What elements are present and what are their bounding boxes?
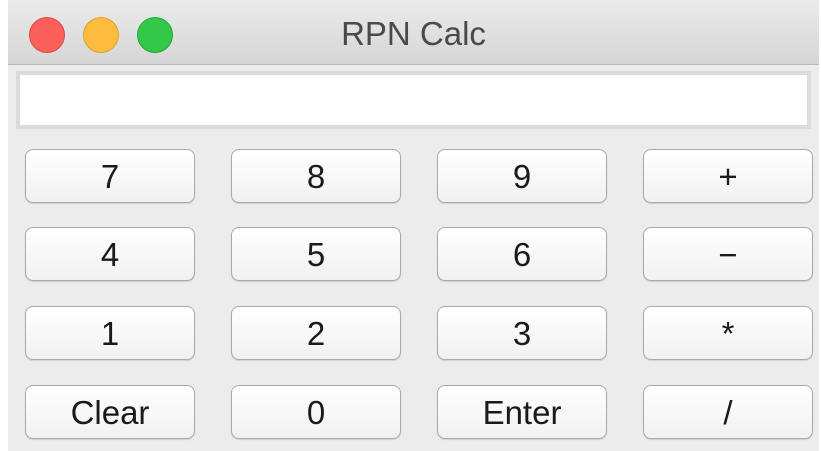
key-clear[interactable]: Clear	[25, 385, 195, 439]
key-enter[interactable]: Enter	[437, 385, 607, 439]
key-3[interactable]: 3	[437, 306, 607, 360]
key-8[interactable]: 8	[231, 149, 401, 203]
title-bar[interactable]: RPN Calc	[8, 0, 819, 65]
calculator-window: RPN Calc 7 8 9 + 4 5 6 − 1 2 3 * Clear 0…	[8, 0, 819, 451]
key-9[interactable]: 9	[437, 149, 607, 203]
key-2[interactable]: 2	[231, 306, 401, 360]
display-field[interactable]	[16, 71, 811, 129]
key-divide[interactable]: /	[643, 385, 813, 439]
key-minus[interactable]: −	[643, 227, 813, 281]
key-4[interactable]: 4	[25, 227, 195, 281]
window-title: RPN Calc	[341, 15, 486, 52]
key-0[interactable]: 0	[231, 385, 401, 439]
key-5[interactable]: 5	[231, 227, 401, 281]
key-1[interactable]: 1	[25, 306, 195, 360]
key-plus[interactable]: +	[643, 149, 813, 203]
key-multiply[interactable]: *	[643, 306, 813, 360]
key-6[interactable]: 6	[437, 227, 607, 281]
key-7[interactable]: 7	[25, 149, 195, 203]
